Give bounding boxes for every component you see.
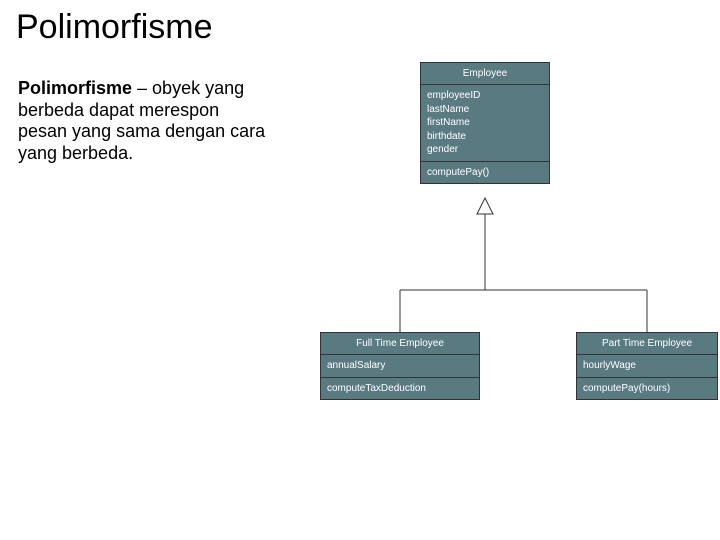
op: computeTaxDeduction bbox=[327, 382, 473, 396]
class-attributes: annualSalary bbox=[321, 355, 479, 378]
class-attributes: employeeID lastName firstName birthdate … bbox=[421, 85, 549, 162]
attr: firstName bbox=[427, 116, 543, 130]
class-name: Full Time Employee bbox=[321, 333, 479, 355]
class-employee: Employee employeeID lastName firstName b… bbox=[420, 62, 550, 184]
class-operations: computePay() bbox=[421, 162, 549, 184]
attr: birthdate bbox=[427, 130, 543, 144]
attr: annualSalary bbox=[327, 359, 473, 373]
class-full-time-employee: Full Time Employee annualSalary computeT… bbox=[320, 332, 480, 400]
inheritance-connectors bbox=[0, 0, 720, 540]
class-operations: computePay(hours) bbox=[577, 378, 717, 400]
attr: lastName bbox=[427, 103, 543, 117]
class-attributes: hourlyWage bbox=[577, 355, 717, 378]
attr: employeeID bbox=[427, 89, 543, 103]
class-operations: computeTaxDeduction bbox=[321, 378, 479, 400]
class-name: Part Time Employee bbox=[577, 333, 717, 355]
attr: gender bbox=[427, 143, 543, 157]
attr: hourlyWage bbox=[583, 359, 711, 373]
op: computePay() bbox=[427, 166, 543, 180]
op: computePay(hours) bbox=[583, 382, 711, 396]
class-name: Employee bbox=[421, 63, 549, 85]
inheritance-arrow-icon bbox=[477, 198, 493, 214]
uml-diagram: Employee employeeID lastName firstName b… bbox=[0, 0, 720, 540]
class-part-time-employee: Part Time Employee hourlyWage computePay… bbox=[576, 332, 718, 400]
